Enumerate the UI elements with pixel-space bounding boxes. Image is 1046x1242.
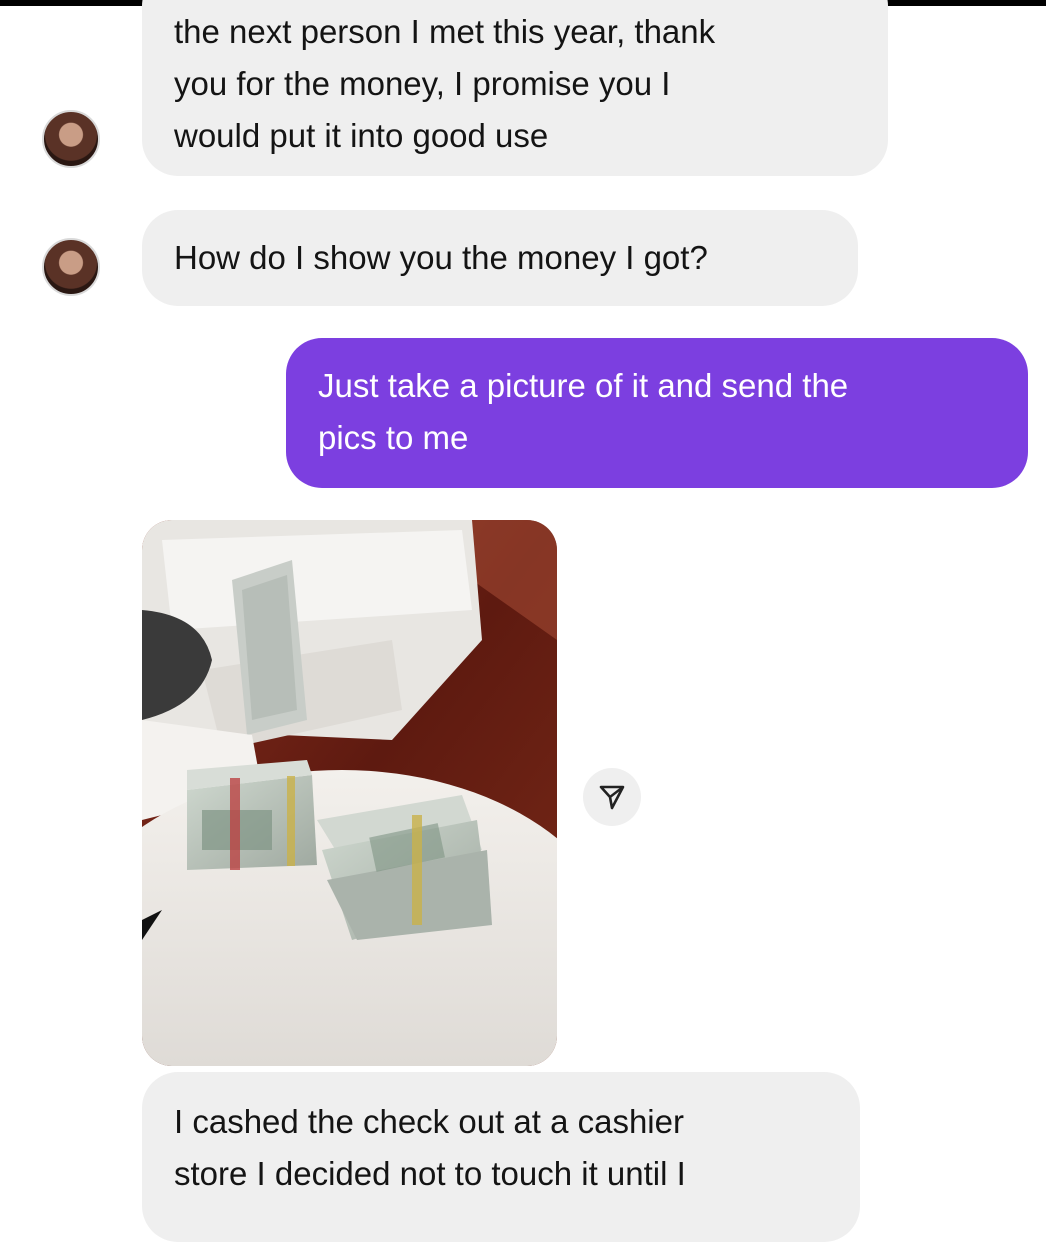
incoming-message[interactable]: I cashed the check out at a cashier stor… <box>142 1072 860 1242</box>
share-arrow-icon <box>599 785 625 810</box>
outgoing-message[interactable]: Just take a picture of it and send the p… <box>286 338 1028 488</box>
incoming-message[interactable]: the next person I met this year, thank y… <box>142 0 888 176</box>
share-button[interactable] <box>583 768 641 826</box>
photo-message[interactable] <box>142 520 557 1066</box>
incoming-message[interactable]: How do I show you the money I got? <box>142 210 858 306</box>
avatar[interactable] <box>42 110 100 168</box>
money-photo-image <box>142 520 557 1066</box>
avatar[interactable] <box>42 238 100 296</box>
